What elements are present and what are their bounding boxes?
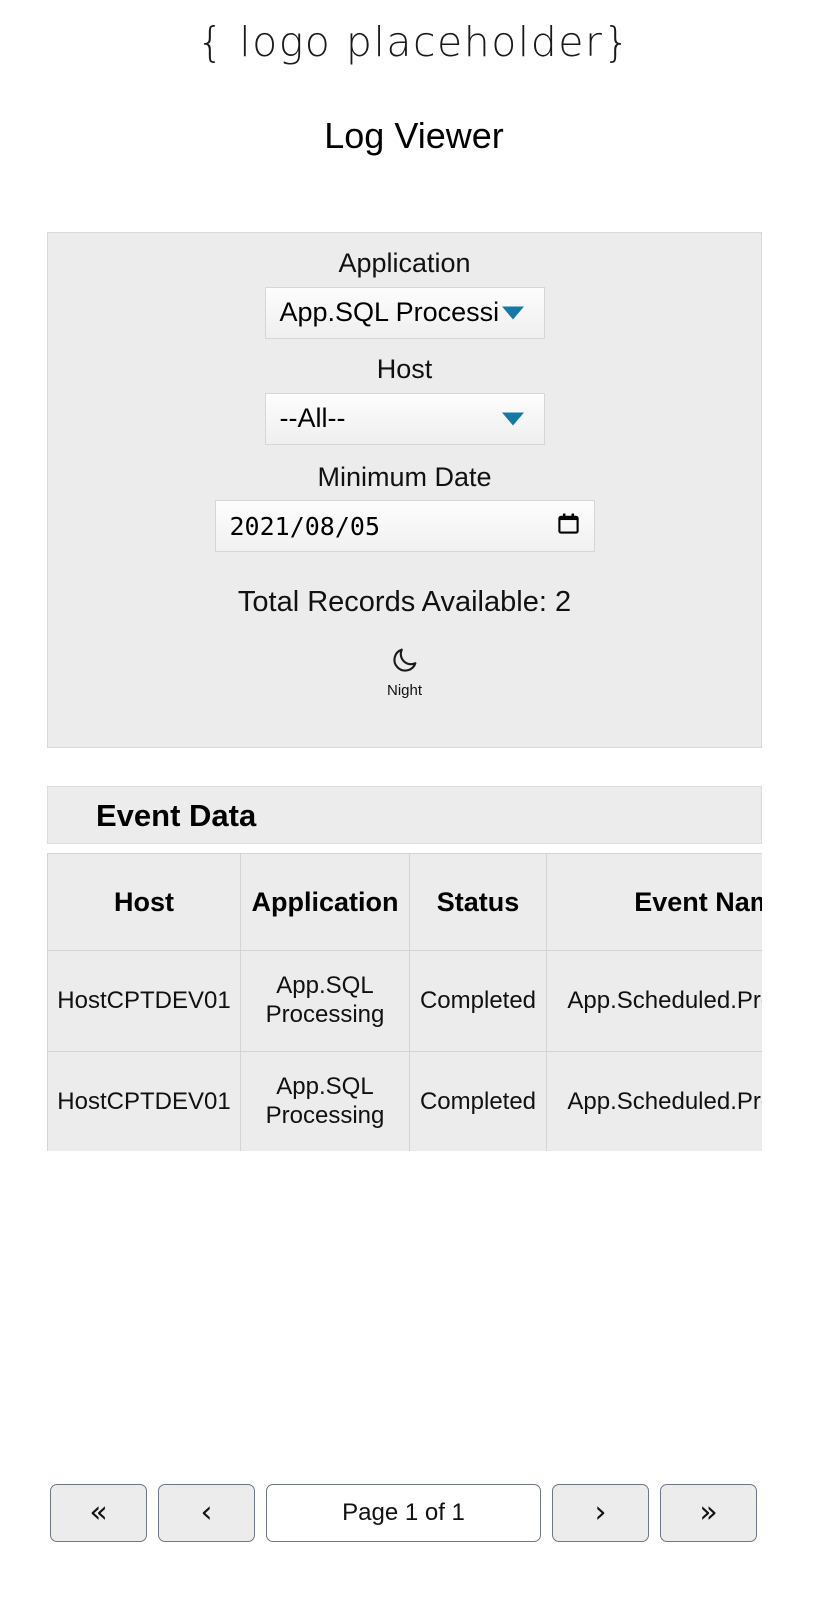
page-indicator[interactable]: Page 1 of 1 bbox=[266, 1484, 541, 1542]
cell-host: HostCPTDEV01 bbox=[47, 1051, 241, 1151]
cell-application: App.SQL Processing bbox=[240, 1051, 410, 1151]
first-page-button[interactable]: « bbox=[50, 1484, 147, 1542]
calendar-icon[interactable] bbox=[557, 512, 580, 540]
next-page-button[interactable]: › bbox=[552, 1484, 649, 1542]
filter-panel: Application App.SQL Processi Host --All-… bbox=[47, 232, 762, 748]
chevron-down-icon bbox=[501, 306, 524, 320]
chevron-down-icon bbox=[501, 412, 524, 425]
application-field-row: App.SQL Processi bbox=[48, 286, 761, 339]
table-header-row: Host Application Status Event Name bbox=[47, 853, 762, 951]
application-label: Application bbox=[338, 248, 471, 278]
event-data-table: Host Application Status Event Name HostC… bbox=[47, 853, 762, 1151]
table-row[interactable]: HostCPTDEV01 App.SQL Processing Complete… bbox=[47, 950, 762, 1052]
cell-event-name: App.Scheduled.Processing bbox=[546, 950, 762, 1052]
column-header-event-name[interactable]: Event Name bbox=[546, 853, 762, 951]
minimum-date-input[interactable]: 2021/08/05 bbox=[214, 500, 595, 553]
event-data-title: Event Data bbox=[96, 797, 257, 833]
application-select[interactable]: App.SQL Processi bbox=[264, 286, 545, 339]
column-header-application[interactable]: Application bbox=[240, 853, 410, 951]
cell-status: Completed bbox=[409, 950, 547, 1052]
event-data-table-scroll[interactable]: Host Application Status Event Name HostC… bbox=[47, 853, 762, 1151]
host-field-row: --All-- bbox=[48, 392, 761, 445]
previous-page-button[interactable]: ‹ bbox=[158, 1484, 255, 1542]
cell-event-name: App.Scheduled.Processing bbox=[546, 1051, 762, 1151]
moon-icon bbox=[390, 645, 420, 680]
minimum-date-field-row: 2021/08/05 bbox=[48, 500, 761, 553]
total-records-label: Total Records Available: 2 bbox=[237, 586, 572, 619]
event-data-card-header: Event Data bbox=[47, 786, 762, 844]
table-row[interactable]: HostCPTDEV01 App.SQL Processing Complete… bbox=[47, 1051, 762, 1151]
night-mode-toggle[interactable]: Night bbox=[48, 645, 761, 699]
cell-host: HostCPTDEV01 bbox=[47, 950, 241, 1052]
logo-placeholder: { logo placeholder} bbox=[197, 18, 631, 66]
host-label: Host bbox=[376, 353, 433, 384]
host-select[interactable]: --All-- bbox=[264, 392, 545, 445]
minimum-date-value: 2021/08/05 bbox=[229, 511, 381, 541]
column-header-host[interactable]: Host bbox=[47, 853, 241, 951]
night-mode-label: Night bbox=[386, 682, 423, 700]
pagination: « ‹ Page 1 of 1 › » bbox=[50, 1484, 757, 1542]
last-page-button[interactable]: » bbox=[660, 1484, 757, 1542]
cell-status: Completed bbox=[409, 1051, 547, 1151]
column-header-status[interactable]: Status bbox=[409, 853, 547, 951]
host-select-value: --All-- bbox=[279, 403, 346, 433]
cell-application: App.SQL Processing bbox=[240, 950, 410, 1052]
minimum-date-label: Minimum Date bbox=[317, 461, 492, 492]
application-select-value: App.SQL Processi bbox=[279, 297, 500, 328]
page-title: Log Viewer bbox=[324, 115, 504, 156]
